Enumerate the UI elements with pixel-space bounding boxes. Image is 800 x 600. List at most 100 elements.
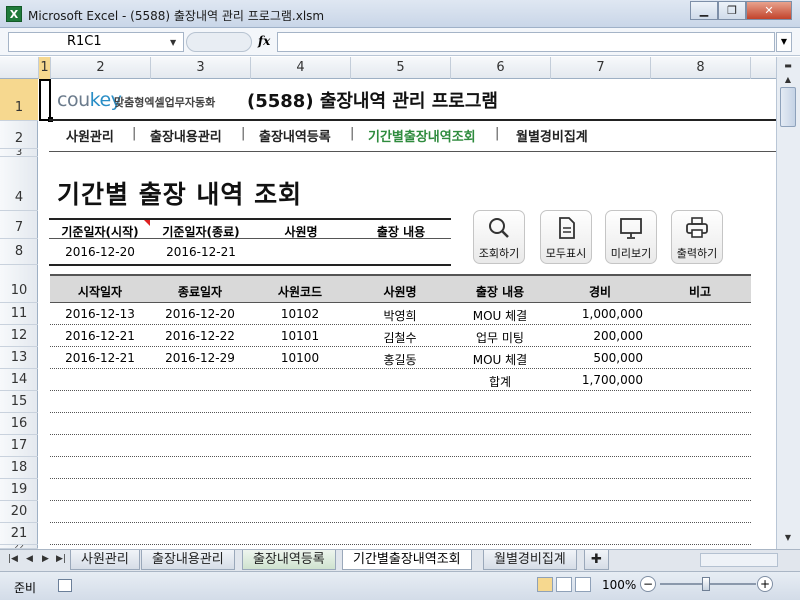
close-button[interactable]: ✕ xyxy=(746,1,792,20)
last-sheet-icon[interactable]: ▶| xyxy=(56,554,66,564)
trip-content-cell[interactable]: MOU 체결 xyxy=(450,307,550,324)
column-header[interactable]: 3 xyxy=(151,57,251,79)
prev-sheet-icon[interactable]: ◀ xyxy=(26,554,33,564)
empty-row[interactable] xyxy=(50,523,751,545)
scroll-up-arrow-icon[interactable]: ▲ xyxy=(780,73,796,87)
nav-trip-registration[interactable]: 출장내역등록 xyxy=(259,126,331,145)
row-header[interactable]: 10 xyxy=(0,265,38,303)
expand-formula-bar-button[interactable]: ▼ xyxy=(776,32,792,52)
column-header[interactable]: 6 xyxy=(451,57,551,79)
row-header[interactable]: 15 xyxy=(0,391,38,413)
split-handle-icon[interactable]: ▬ xyxy=(780,59,796,73)
row-header[interactable]: 16 xyxy=(0,413,38,435)
row-header[interactable]: 11 xyxy=(0,303,38,325)
start-date-cell[interactable]: 2016-12-21 xyxy=(50,351,150,365)
row-header[interactable]: 3 xyxy=(0,149,38,157)
column-header[interactable]: 2 xyxy=(51,57,151,79)
sheet-tab-monthly-expense[interactable]: 월별경비집계 xyxy=(483,550,577,570)
row-header[interactable]: 12 xyxy=(0,325,38,347)
first-sheet-icon[interactable]: |◀ xyxy=(8,554,18,564)
zoom-in-icon[interactable]: + xyxy=(757,576,773,592)
table-row[interactable]: 2016-12-21 2016-12-29 10100 홍길동 MOU 체결 5… xyxy=(50,347,751,369)
start-date-cell[interactable]: 2016-12-21 xyxy=(50,329,150,343)
row-header[interactable]: 19 xyxy=(0,479,38,501)
expense-cell[interactable]: 500,000 xyxy=(550,351,643,365)
row-header[interactable]: 13 xyxy=(0,347,38,369)
horizontal-scrollbar[interactable] xyxy=(700,553,778,567)
column-header[interactable]: 5 xyxy=(351,57,451,79)
employee-name-cell[interactable]: 홍길동 xyxy=(350,351,450,368)
zoom-slider-thumb[interactable] xyxy=(702,577,710,591)
minimize-button[interactable]: ▁ xyxy=(690,1,718,20)
nav-period-trip-inquiry[interactable]: 기간별출장내역조회 xyxy=(368,126,476,145)
show-all-button[interactable]: 모두표시 xyxy=(540,210,592,264)
employee-code-cell[interactable]: 10100 xyxy=(250,351,350,365)
employee-name-cell[interactable]: 김철수 xyxy=(350,329,450,346)
page-layout-view-icon[interactable] xyxy=(556,577,572,592)
chevron-down-icon[interactable]: ▼ xyxy=(170,38,176,47)
restore-button[interactable]: ❐ xyxy=(718,1,746,20)
sheet-tab-period-inquiry[interactable]: 기간별출장내역조회 xyxy=(342,550,472,570)
empty-row[interactable] xyxy=(50,479,751,501)
select-all-corner[interactable] xyxy=(0,57,39,79)
row-header[interactable]: 20 xyxy=(0,501,38,523)
row-header[interactable]: 14 xyxy=(0,369,38,391)
macro-record-icon[interactable] xyxy=(58,579,72,592)
worksheet[interactable]: coukey 맞춤형엑셀업무자동화 (5588) 출장내역 관리 프로그램 사원… xyxy=(39,79,776,549)
zoom-level[interactable]: 100% xyxy=(602,578,636,592)
active-cell[interactable] xyxy=(39,79,51,121)
page-break-view-icon[interactable] xyxy=(575,577,591,592)
row-header[interactable]: 1 xyxy=(0,79,38,121)
row-header[interactable]: 2 xyxy=(0,121,38,149)
row-header[interactable]: 4 xyxy=(0,157,38,211)
table-row[interactable]: 2016-12-21 2016-12-22 10101 김철수 업무 미팅 20… xyxy=(50,325,751,347)
end-date-cell[interactable]: 2016-12-22 xyxy=(150,329,250,343)
name-box[interactable]: R1C1 xyxy=(8,32,184,52)
trip-content-cell[interactable]: MOU 체결 xyxy=(450,351,550,368)
empty-row[interactable] xyxy=(50,457,751,479)
expense-cell[interactable]: 1,000,000 xyxy=(550,307,643,321)
end-date-cell[interactable]: 2016-12-20 xyxy=(150,307,250,321)
excel-app-icon[interactable]: X xyxy=(6,6,22,22)
row-header[interactable]: 21 xyxy=(0,523,38,545)
start-date-cell[interactable]: 2016-12-13 xyxy=(50,307,150,321)
employee-code-cell[interactable]: 10102 xyxy=(250,307,350,321)
formula-input[interactable] xyxy=(277,32,775,52)
sheet-tab-trip-registration[interactable]: 출장내역등록 xyxy=(242,550,336,570)
column-header[interactable]: 4 xyxy=(251,57,351,79)
column-header[interactable]: 7 xyxy=(551,57,651,79)
trip-content-cell[interactable]: 업무 미팅 xyxy=(450,329,550,346)
preview-button[interactable]: 미리보기 xyxy=(605,210,657,264)
row-header[interactable]: 8 xyxy=(0,239,38,265)
scroll-down-arrow-icon[interactable]: ▼ xyxy=(780,531,796,545)
scroll-thumb[interactable] xyxy=(780,87,796,127)
search-button[interactable]: 조회하기 xyxy=(473,210,525,264)
nav-trip-content-management[interactable]: 출장내용관리 xyxy=(150,126,222,145)
empty-row[interactable] xyxy=(50,413,751,435)
zoom-out-icon[interactable]: − xyxy=(640,576,656,592)
next-sheet-icon[interactable]: ▶ xyxy=(42,554,49,564)
employee-name-cell[interactable]: 박영희 xyxy=(350,307,450,324)
empty-row[interactable] xyxy=(50,435,751,457)
row-header[interactable]: 17 xyxy=(0,435,38,457)
empty-row[interactable] xyxy=(50,391,751,413)
expense-cell[interactable]: 200,000 xyxy=(550,329,643,343)
row-header[interactable]: 7 xyxy=(0,211,38,239)
end-date-input[interactable]: 2016-12-21 xyxy=(151,245,251,259)
normal-view-icon[interactable] xyxy=(537,577,553,592)
column-header[interactable]: 1 xyxy=(39,57,51,79)
sheet-tab-trip-content[interactable]: 출장내용관리 xyxy=(141,550,235,570)
row-header[interactable]: 18 xyxy=(0,457,38,479)
nav-monthly-expense-summary[interactable]: 월별경비집계 xyxy=(516,126,588,145)
table-row[interactable]: 2016-12-13 2016-12-20 10102 박영희 MOU 체결 1… xyxy=(50,303,751,325)
empty-row[interactable] xyxy=(50,501,751,523)
end-date-cell[interactable]: 2016-12-29 xyxy=(150,351,250,365)
employee-code-cell[interactable]: 10101 xyxy=(250,329,350,343)
vertical-scrollbar[interactable]: ▬ ▲ ▼ xyxy=(776,57,800,549)
print-button[interactable]: 출력하기 xyxy=(671,210,723,264)
column-header[interactable]: 8 xyxy=(651,57,751,79)
insert-sheet-icon[interactable]: ✚ xyxy=(584,550,609,570)
nav-employee-management[interactable]: 사원관리 xyxy=(66,126,114,145)
insert-function-icon[interactable]: fx xyxy=(258,34,270,48)
sheet-tab-employees[interactable]: 사원관리 xyxy=(70,550,140,570)
